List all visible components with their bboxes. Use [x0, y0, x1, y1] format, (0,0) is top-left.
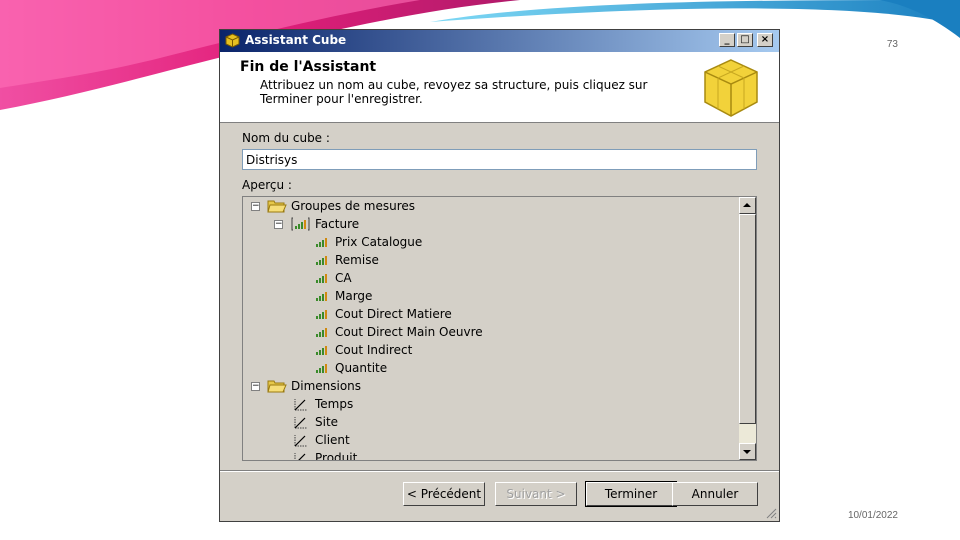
tree-label: Produit: [315, 451, 358, 460]
cube-app-icon: [225, 33, 240, 48]
arrow-down-icon: [743, 450, 751, 454]
tree-label: Cout Direct Main Oeuvre: [335, 325, 483, 339]
next-button[interactable]: Suivant >: [495, 482, 577, 506]
maximize-button[interactable]: □: [737, 33, 753, 47]
structure-tree[interactable]: − Groupes de mesures − Facture Prix Cata…: [242, 196, 757, 461]
tree-label: Facture: [315, 217, 360, 231]
finish-button[interactable]: Terminer: [585, 481, 677, 507]
tree-node-dimensions[interactable]: − Dimensions: [243, 377, 643, 395]
dimension-icon: [294, 435, 307, 447]
tree-label: Temps: [315, 397, 354, 411]
folder-open-icon: [267, 200, 287, 213]
dimension-icon: [294, 453, 306, 460]
window-title: Assistant Cube: [245, 33, 347, 47]
collapse-toggle[interactable]: −: [274, 220, 283, 229]
slide-page-number: 73: [886, 39, 898, 50]
dimension-icon: [294, 399, 307, 411]
folder-open-icon: [267, 380, 287, 393]
measure-group-icon: [291, 217, 310, 231]
measure-icon: [316, 328, 327, 337]
tree-node-measure-groups[interactable]: − Groupes de mesures: [243, 197, 643, 215]
tree-label: Quantite: [335, 361, 388, 375]
minimize-button[interactable]: _: [719, 33, 735, 47]
tree-label: Marge: [335, 289, 373, 303]
title-bar[interactable]: Assistant Cube _ □ ×: [220, 30, 779, 52]
arrow-up-icon: [743, 203, 751, 207]
tree-label: Prix Catalogue: [335, 235, 423, 249]
scroll-down-button[interactable]: [739, 443, 756, 460]
wizard-page-description: Attribuez un nom au cube, revoyez sa str…: [260, 78, 648, 106]
cube-name-input[interactable]: [242, 149, 757, 170]
tree-label: Cout Direct Matiere: [335, 307, 452, 321]
measure-icon: [316, 346, 327, 355]
measure-icon: [316, 292, 327, 301]
tree-label: Dimensions: [291, 379, 362, 393]
cube-wizard-icon: [704, 59, 758, 117]
cube-name-label: Nom du cube :: [242, 131, 330, 145]
slide-date: 10/01/2022: [847, 510, 898, 521]
resize-grip-icon[interactable]: [765, 507, 777, 519]
measure-icon: [316, 256, 327, 265]
previous-button[interactable]: < Précédent: [403, 482, 485, 506]
measure-icon: [316, 238, 327, 247]
close-button[interactable]: ×: [757, 33, 773, 47]
tree-scrollbar[interactable]: [739, 197, 756, 460]
preview-label: Aperçu :: [242, 178, 292, 192]
wizard-page-title: Fin de l'Assistant: [240, 59, 377, 75]
tree-label: Site: [315, 415, 339, 429]
measure-icon: [316, 310, 327, 319]
collapse-toggle[interactable]: −: [251, 382, 260, 391]
tree-label: Groupes de mesures: [291, 199, 416, 213]
assistant-cube-dialog: Assistant Cube _ □ × Fin de l'Assistant …: [219, 29, 780, 522]
measure-icon: [316, 274, 327, 283]
tree-node-facture[interactable]: − Facture: [243, 215, 643, 233]
scroll-thumb[interactable]: [739, 214, 756, 424]
dimension-icon: [294, 417, 307, 429]
tree-label: CA: [335, 271, 352, 285]
measure-icon: [316, 364, 327, 373]
collapse-toggle[interactable]: −: [251, 202, 260, 211]
footer-separator: [220, 470, 779, 472]
scroll-up-button[interactable]: [739, 197, 756, 214]
tree-label: Remise: [335, 253, 379, 267]
cancel-button[interactable]: Annuler: [672, 482, 758, 506]
tree-label: Client: [315, 433, 350, 447]
wizard-header: Fin de l'Assistant Attribuez un nom au c…: [220, 52, 779, 123]
tree-label: Cout Indirect: [335, 343, 413, 357]
